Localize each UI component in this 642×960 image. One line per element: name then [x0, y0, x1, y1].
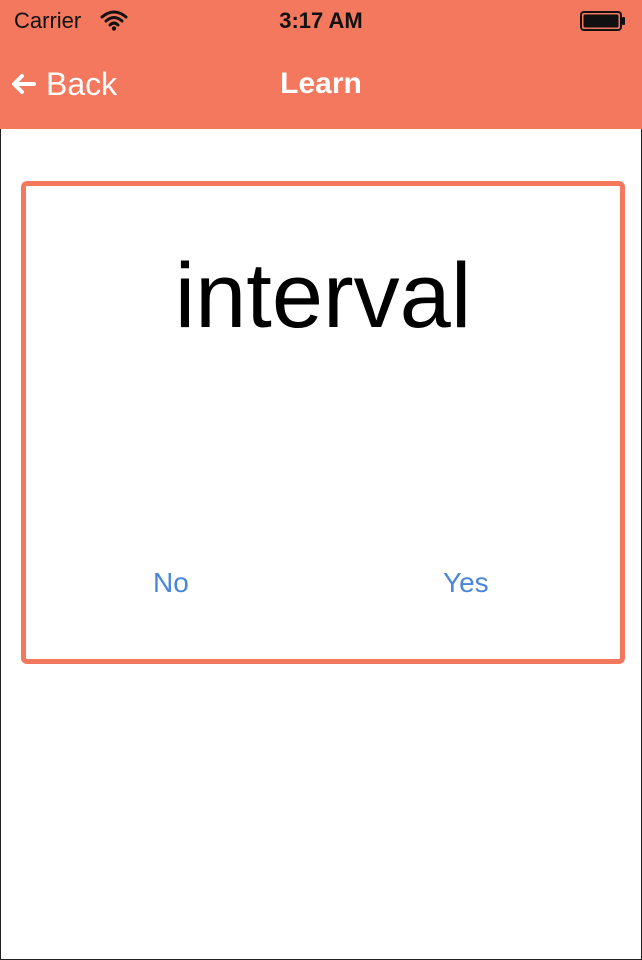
header: Carrier 3:17 AM Back Learn — [0, 0, 642, 129]
status-bar: Carrier 3:17 AM — [0, 0, 642, 42]
navigation-bar: Back Learn — [0, 42, 642, 129]
page-title: Learn — [280, 67, 362, 100]
flashcard: interval No Yes — [21, 181, 625, 664]
status-time: 3:17 AM — [279, 8, 363, 33]
flashcard-word: interval — [174, 245, 472, 347]
yes-button[interactable]: Yes — [443, 567, 489, 599]
battery-icon — [580, 11, 625, 31]
no-button[interactable]: No — [153, 567, 189, 599]
